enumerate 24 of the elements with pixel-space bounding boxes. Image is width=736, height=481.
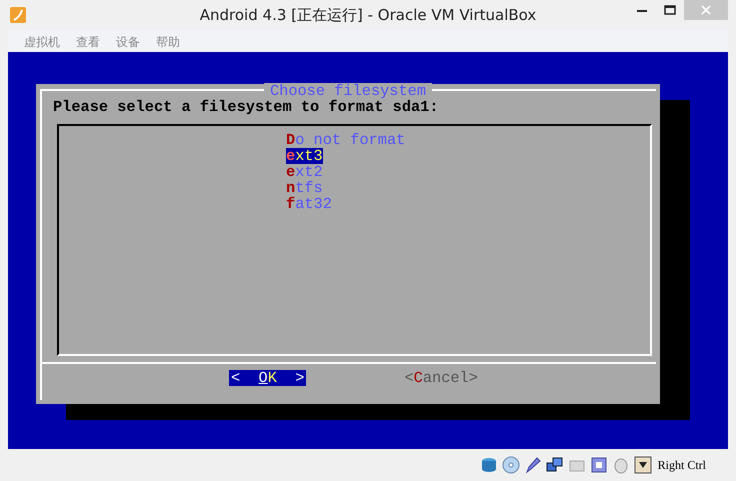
window-title: Android 4.3 [正在运行] - Oracle VM VirtualBox <box>200 6 536 24</box>
maximize-icon <box>664 5 676 15</box>
dialog-button[interactable]: <Cancel> <box>402 370 480 386</box>
dialog-title: Choose filesystem <box>264 83 432 99</box>
menu-item[interactable]: 虚拟机 <box>16 30 68 52</box>
filesystem-option[interactable]: ntfs <box>286 180 323 196</box>
prompt-text: Please select a filesystem to format sda1: <box>53 99 440 115</box>
app-logo-icon <box>10 7 26 23</box>
menu-item[interactable]: 查看 <box>68 30 108 52</box>
pen-icon[interactable] <box>524 456 542 474</box>
close-icon <box>701 5 711 15</box>
menu-item[interactable]: 设备 <box>108 30 148 52</box>
filesystem-option[interactable]: fat32 <box>286 196 332 212</box>
filesystem-option[interactable]: Do not format <box>286 132 406 148</box>
filesystem-option[interactable]: ext2 <box>286 164 323 180</box>
host-key-label: Right Ctrl <box>658 458 706 472</box>
filesystem-option[interactable]: ext3 <box>286 148 323 164</box>
dialog-button[interactable]: < OK > <box>229 370 306 386</box>
disk-icon[interactable] <box>480 456 498 474</box>
menu-item[interactable]: 帮助 <box>148 30 188 52</box>
screens-icon[interactable] <box>546 456 564 474</box>
minimize-icon <box>637 8 647 12</box>
arrow-key-icon[interactable] <box>634 456 652 474</box>
display-icon[interactable] <box>590 456 608 474</box>
